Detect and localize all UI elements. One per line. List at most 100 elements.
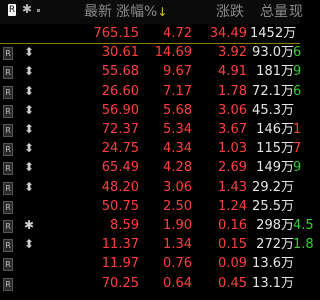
total-volume: 115万 [256, 141, 294, 157]
table-row[interactable]: R 50.75 2.50 1.24 25.5万 [0, 197, 300, 216]
total-volume: 1452万 [250, 26, 297, 41]
column-header-change-pct-label: 涨幅% [116, 4, 158, 20]
cut-off-value: 7 [293, 141, 302, 157]
r-flag-icon: R [3, 181, 13, 195]
updown-arrow-icon: ⬍ [24, 160, 35, 175]
column-header-change-pct[interactable]: 涨幅%↓ [116, 3, 176, 21]
table-row[interactable]: R ⬍ 26.60 7.17 1.78 72.1万 6 [0, 82, 301, 101]
r-flag-icon: R [3, 124, 13, 137]
change-amount: 3.06 [218, 102, 247, 118]
latest-price: 50.75 [101, 198, 139, 214]
sort-desc-icon: ↓ [157, 5, 168, 19]
r-flag-icon: R [3, 162, 13, 176]
table-row[interactable]: R 11.97 0.76 0.09 13.6万 [0, 254, 300, 273]
column-header-volume[interactable]: 总量 [244, 3, 288, 21]
asterisk-icon[interactable]: ✱ [22, 2, 32, 16]
column-header-cut[interactable]: 现 [289, 3, 309, 21]
change-percent: 1.90 [163, 218, 192, 233]
updown-arrow-icon: ⬍ [24, 179, 35, 194]
total-volume: 181万 [256, 64, 294, 80]
change-percent: 14.69 [154, 45, 192, 61]
cut-off-value: 6 [293, 45, 302, 61]
r-flag-icon: R [8, 4, 16, 16]
total-volume: 45.3万 [252, 102, 294, 118]
total-volume: 25.5万 [252, 198, 294, 214]
change-percent: 1.34 [163, 237, 192, 253]
latest-price: 26.60 [101, 83, 139, 99]
total-volume: 272万 [256, 237, 294, 253]
latest-price: 48.20 [101, 179, 139, 195]
latest-price: 56.90 [101, 102, 139, 118]
handle-dot-icon [37, 9, 40, 12]
latest-price: 11.37 [101, 237, 139, 253]
latest-price: 55.68 [101, 64, 139, 80]
table-row[interactable]: R ✱ 8.59 1.90 0.16 298万 4.5 [0, 216, 314, 235]
change-percent: 4.28 [163, 160, 192, 176]
table-row[interactable]: 765.15 4.72 34.49 1452万 [0, 24, 300, 43]
r-flag-icon: R [3, 104, 13, 118]
table-row[interactable]: R ⬍ 24.75 4.34 1.03 115万 7 [0, 139, 301, 158]
change-amount: 4.91 [218, 64, 247, 80]
change-percent: 3.06 [163, 179, 192, 195]
latest-price: 8.59 [110, 218, 139, 233]
table-row[interactable]: R ⬍ 11.37 1.34 0.15 272万 1.8 [0, 235, 314, 254]
cut-off-value: 9 [293, 160, 302, 176]
total-volume: 149万 [256, 160, 294, 176]
updown-arrow-icon: ⬍ [24, 45, 35, 60]
change-percent: 0.64 [163, 275, 192, 291]
total-volume: 72.1万 [252, 83, 294, 99]
change-amount: 34.49 [209, 26, 247, 41]
row-divider [0, 43, 300, 44]
table-row[interactable]: R ⬍ 56.90 5.68 3.06 45.3万 [0, 101, 300, 120]
cut-off-value: 1.8 [293, 237, 314, 253]
r-flag-icon: R [3, 66, 13, 80]
total-volume: 29.2万 [252, 179, 294, 195]
change-amount: 3.67 [218, 122, 247, 137]
change-percent: 5.34 [163, 122, 192, 137]
table-row[interactable]: R ⬍ 30.61 14.69 3.92 93.0万 6 [0, 43, 301, 62]
change-percent: 5.68 [163, 102, 192, 118]
updown-arrow-icon: ⬍ [24, 102, 35, 117]
latest-price: 765.15 [93, 26, 140, 41]
table-row[interactable]: R ⬍ 65.49 4.28 2.69 149万 9 [0, 158, 301, 177]
latest-price: 24.75 [101, 141, 139, 157]
r-flag-icon: R [3, 239, 13, 253]
r-flag-icon: R [3, 277, 13, 291]
latest-price: 30.61 [101, 45, 139, 61]
cut-off-value: 1 [293, 122, 302, 137]
asterisk-icon: ✱ [24, 218, 35, 232]
updown-arrow-icon: ⬍ [24, 141, 35, 156]
updown-arrow-icon: ⬍ [24, 237, 35, 252]
latest-price: 72.37 [101, 122, 139, 137]
table-row[interactable]: R 70.25 0.64 0.45 13.1万 [0, 274, 300, 293]
latest-price: 11.97 [101, 256, 139, 272]
change-amount: 1.43 [218, 179, 247, 195]
r-flag-icon: R [3, 220, 13, 233]
total-volume: 13.1万 [252, 275, 294, 291]
change-percent: 2.50 [163, 198, 192, 214]
change-amount: 0.09 [218, 256, 247, 272]
latest-price: 65.49 [101, 160, 139, 176]
change-percent: 0.76 [163, 256, 192, 272]
change-percent: 7.17 [163, 83, 192, 99]
change-percent: 4.72 [163, 26, 192, 41]
r-flag-icon: R [3, 85, 13, 99]
updown-arrow-icon: ⬍ [24, 64, 35, 79]
change-amount: 1.24 [218, 198, 247, 214]
r-flag-icon: R [3, 258, 13, 272]
column-header-latest[interactable]: 最新 [60, 3, 112, 21]
table-row[interactable]: R ⬍ 72.37 5.34 3.67 146万 1 [0, 120, 301, 139]
change-amount: 1.78 [218, 83, 247, 99]
change-amount: 2.69 [218, 160, 247, 176]
change-amount: 0.15 [218, 237, 247, 253]
table-row[interactable]: R ⬍ 55.68 9.67 4.91 181万 9 [0, 62, 301, 81]
cut-off-value: 9 [293, 64, 302, 80]
r-flag-icon: R [3, 200, 13, 214]
cut-off-value: 6 [293, 83, 302, 99]
table-row[interactable]: R ⬍ 48.20 3.06 1.43 29.2万 [0, 178, 300, 197]
column-header-change[interactable]: 涨跌 [192, 3, 244, 21]
change-amount: 3.92 [218, 45, 247, 61]
column-header-bar: R ✱ 最新 涨幅%↓ 涨跌 总量 现 [0, 0, 303, 24]
change-amount: 1.03 [218, 141, 247, 157]
total-volume: 93.0万 [252, 45, 294, 61]
